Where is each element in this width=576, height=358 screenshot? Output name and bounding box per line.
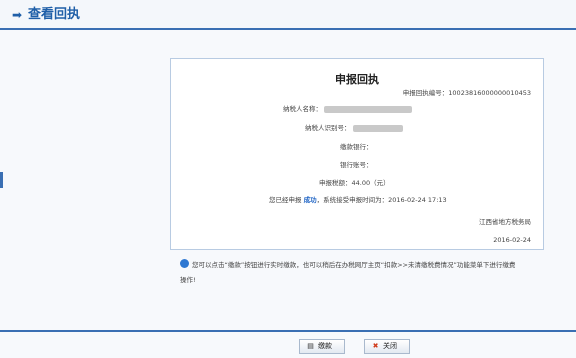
receipt-number-row: 申报回执编号：10023816000000010453 (403, 89, 531, 97)
receipt-panel: 申报回执 申报回执编号：10023816000000010453 纳税人名称： … (170, 58, 544, 250)
amount-value: 44.00（元） (351, 179, 390, 187)
account-row: 银行账号： (340, 161, 373, 169)
page-title: 查看回执 (28, 7, 81, 22)
receipt-title: 申报回执 (335, 73, 379, 86)
taxpayer-name-row: 纳税人名称： (283, 105, 413, 113)
taxpayer-name-redacted (324, 105, 413, 113)
close-icon: ✖ (372, 342, 379, 350)
account-label: 银行账号： (340, 161, 373, 169)
tax-authority: 江西省地方税务局 (479, 218, 531, 226)
receipt-date: 2016-02-24 (493, 236, 531, 244)
payment-note: 您可以点击“缴款”按钮进行实时缴款，也可以稍后在办税网厅主页“扣款>>未清缴税费… (180, 258, 520, 288)
footer-divider (0, 330, 576, 332)
page-header: ➡ 查看回执 (0, 0, 576, 30)
pay-button[interactable]: ▤ 缴款 (299, 339, 345, 354)
save-icon: ▤ (307, 342, 314, 350)
receipt-number-label: 申报回执编号： (402, 89, 449, 97)
status-row: 您已经申报 成功，系统接受申报时间为：2016-02-24 17:13 (269, 196, 447, 204)
close-button[interactable]: ✖ 关闭 (364, 339, 410, 354)
bank-label: 缴款银行： (340, 143, 373, 151)
amount-label: 申报税额： (319, 179, 352, 187)
bank-row: 缴款银行： (340, 143, 373, 151)
close-button-label: 关闭 (383, 342, 397, 350)
receipt-number-value: 10023816000000010453 (448, 89, 531, 97)
taxpayer-id-label: 纳税人识别号： (305, 124, 351, 132)
pay-button-label: 缴款 (318, 342, 332, 350)
taxpayer-id-redacted (352, 124, 403, 132)
right-arrow-icon: ➡ (12, 8, 23, 22)
status-time: 2016-02-24 17:13 (388, 196, 447, 204)
status-suffix: ，系统接受申报时间为： (316, 196, 389, 204)
status-success: 成功 (303, 196, 317, 204)
taxpayer-name-label: 纳税人名称： (283, 105, 322, 113)
status-prefix: 您已经申报 (269, 196, 302, 204)
left-edge-marker (0, 172, 3, 188)
info-icon (180, 259, 189, 268)
taxpayer-id-row: 纳税人识别号： (305, 124, 403, 132)
amount-row: 申报税额：44.00（元） (319, 179, 390, 187)
payment-note-text: 您可以点击“缴款”按钮进行实时缴款，也可以稍后在办税网厅主页“扣款>>未清缴税费… (180, 261, 516, 284)
